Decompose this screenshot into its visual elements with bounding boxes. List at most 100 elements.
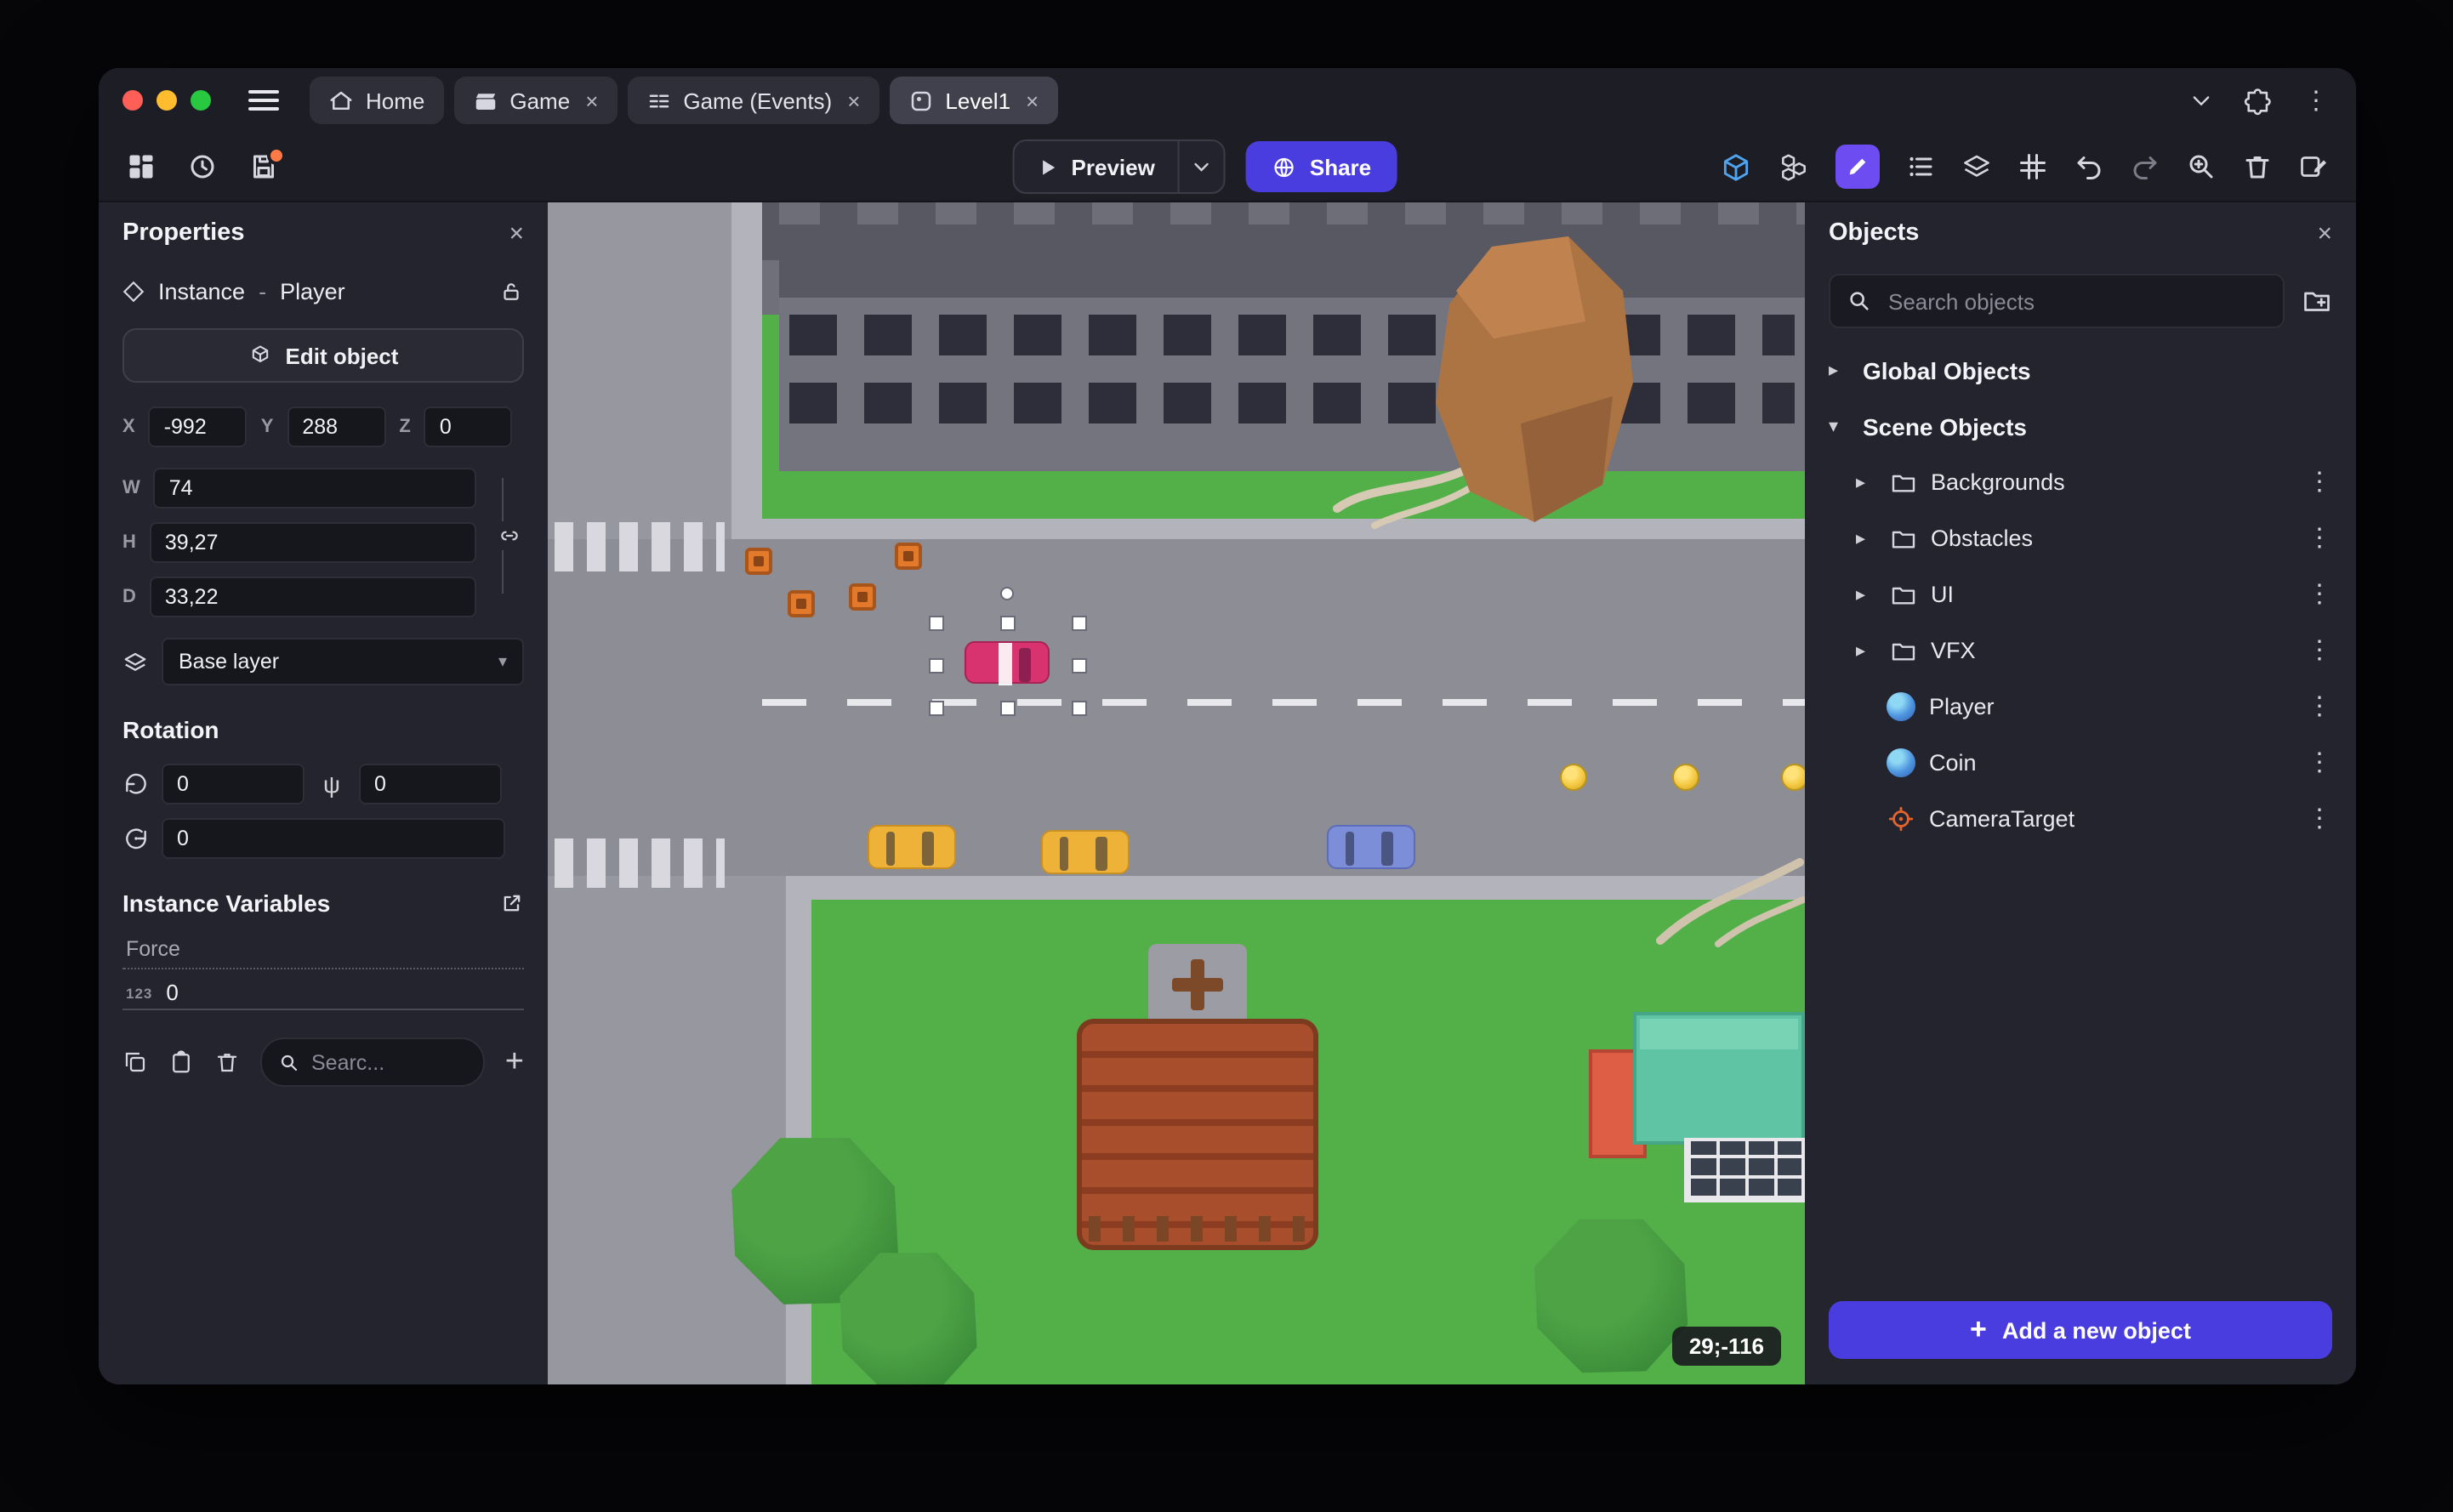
- edit-tool-pencil-icon[interactable]: [1835, 145, 1880, 189]
- chevron-right-icon[interactable]: ▸: [1856, 527, 1876, 549]
- car-yellow-instance[interactable]: [1041, 830, 1130, 874]
- tab-home[interactable]: Home: [310, 77, 444, 124]
- rotation-x-input[interactable]: [162, 764, 304, 804]
- chevron-right-icon[interactable]: ▸: [1856, 639, 1876, 662]
- tab-game-events[interactable]: Game (Events) ×: [627, 77, 879, 124]
- folder-menu-kebab-icon[interactable]: ⋮: [2307, 469, 2332, 495]
- folder-menu-kebab-icon[interactable]: ⋮: [2307, 526, 2332, 551]
- z-input[interactable]: [424, 406, 513, 447]
- rotation-z-input[interactable]: [162, 818, 505, 859]
- tab-close-icon[interactable]: ×: [1026, 88, 1039, 113]
- variables-search[interactable]: Searc...: [260, 1037, 485, 1087]
- coin-instance[interactable]: [1781, 764, 1805, 791]
- add-variable-button[interactable]: +: [505, 1046, 524, 1078]
- tree-scene-objects[interactable]: ▾ Scene Objects: [1805, 398, 2356, 454]
- window-zoom-button[interactable]: [191, 90, 211, 111]
- objects-search-input[interactable]: [1885, 287, 2266, 315]
- object-menu-kebab-icon[interactable]: ⋮: [2307, 750, 2332, 776]
- objects-instances-icon[interactable]: [1778, 151, 1810, 183]
- crate-instance[interactable]: [745, 548, 772, 575]
- folder-menu-kebab-icon[interactable]: ⋮: [2307, 582, 2332, 607]
- player-car-instance-selected[interactable]: [965, 641, 1050, 685]
- tab-close-icon[interactable]: ×: [585, 88, 598, 113]
- close-icon[interactable]: ×: [2317, 219, 2332, 247]
- project-manager-icon[interactable]: [126, 151, 157, 182]
- crate-instance[interactable]: [895, 543, 922, 570]
- new-folder-icon[interactable]: [2302, 286, 2332, 316]
- rock-instance[interactable]: [1330, 233, 1653, 531]
- selection-handle[interactable]: [1072, 701, 1087, 716]
- crate-instance[interactable]: [849, 583, 876, 611]
- chevron-down-icon[interactable]: ▾: [1829, 415, 1849, 437]
- tab-game[interactable]: Game ×: [453, 77, 618, 124]
- x-input[interactable]: [148, 406, 248, 447]
- selection-rotate-handle[interactable]: [1000, 587, 1014, 600]
- preview-button[interactable]: Preview: [1014, 141, 1177, 192]
- window-menu-kebab-icon[interactable]: ⋮: [2303, 88, 2329, 113]
- selection-handle[interactable]: [929, 616, 944, 631]
- branch-instance[interactable]: [1650, 852, 1805, 954]
- zoom-in-icon[interactable]: [2186, 151, 2217, 182]
- selection-handle[interactable]: [929, 701, 944, 716]
- main-menu-icon[interactable]: [248, 90, 279, 111]
- car-blue-instance[interactable]: [1327, 825, 1415, 869]
- selection-handle[interactable]: [1072, 658, 1087, 674]
- edit-scene-properties-icon[interactable]: [2298, 151, 2329, 182]
- object-player[interactable]: Player ⋮: [1805, 679, 2356, 735]
- paste-icon[interactable]: [168, 1049, 194, 1075]
- tab-level1[interactable]: Level1 ×: [889, 77, 1058, 124]
- variable-value[interactable]: 0: [166, 980, 178, 1005]
- edit-object-button[interactable]: Edit object: [122, 328, 524, 383]
- tab-close-icon[interactable]: ×: [847, 88, 860, 113]
- view-3d-cube-icon[interactable]: [1720, 151, 1752, 183]
- chevron-right-icon[interactable]: ▸: [1856, 471, 1876, 493]
- depth-input[interactable]: [149, 577, 476, 617]
- selection-handle[interactable]: [1000, 616, 1016, 631]
- car-yellow-instance[interactable]: [868, 825, 956, 869]
- open-external-icon[interactable]: [500, 891, 524, 915]
- layers-icon[interactable]: [1961, 151, 1992, 182]
- history-icon[interactable]: [187, 151, 218, 182]
- rotation-y-input[interactable]: [359, 764, 502, 804]
- chevron-down-icon[interactable]: [2189, 88, 2213, 112]
- grid-icon[interactable]: [2018, 151, 2048, 182]
- folder-ui[interactable]: ▸ UI ⋮: [1805, 566, 2356, 622]
- window-minimize-button[interactable]: [157, 90, 177, 111]
- chevron-right-icon[interactable]: ▸: [1856, 583, 1876, 605]
- save-icon[interactable]: [248, 146, 286, 182]
- crate-instance[interactable]: [788, 590, 815, 617]
- close-icon[interactable]: ×: [509, 219, 524, 247]
- selection-handle[interactable]: [1072, 616, 1087, 631]
- brick-tower-instance[interactable]: [1077, 944, 1318, 1250]
- folder-vfx[interactable]: ▸ VFX ⋮: [1805, 622, 2356, 679]
- object-menu-kebab-icon[interactable]: ⋮: [2307, 694, 2332, 719]
- folder-menu-kebab-icon[interactable]: ⋮: [2307, 638, 2332, 663]
- trash-icon[interactable]: [214, 1049, 240, 1075]
- delete-icon[interactable]: [2242, 151, 2273, 182]
- selection-handle[interactable]: [1000, 701, 1016, 716]
- selection-handle[interactable]: [929, 658, 944, 674]
- width-input[interactable]: [153, 468, 476, 509]
- folder-backgrounds[interactable]: ▸ Backgrounds ⋮: [1805, 454, 2356, 510]
- tree-global-objects[interactable]: ▸ Global Objects: [1805, 342, 2356, 398]
- coin-instance[interactable]: [1560, 764, 1587, 791]
- height-input[interactable]: [149, 522, 476, 563]
- scene-editor-canvas[interactable]: 29;-116: [548, 202, 1805, 1384]
- chevron-right-icon[interactable]: ▸: [1829, 359, 1849, 381]
- variable-row-force[interactable]: Force 123 0: [122, 927, 524, 1010]
- window-close-button[interactable]: [122, 90, 143, 111]
- y-input[interactable]: [287, 406, 386, 447]
- lock-open-icon[interactable]: [498, 278, 524, 304]
- extensions-puzzle-icon[interactable]: [2244, 86, 2273, 115]
- layer-select[interactable]: Base layer ▾: [162, 638, 524, 685]
- instances-list-icon[interactable]: [1905, 151, 1936, 182]
- redo-icon[interactable]: [2130, 151, 2160, 182]
- folder-obstacles[interactable]: ▸ Obstacles ⋮: [1805, 510, 2356, 566]
- link-chain-icon[interactable]: [498, 521, 521, 550]
- coin-instance[interactable]: [1672, 764, 1699, 791]
- teal-building-instance[interactable]: [1589, 1012, 1805, 1202]
- object-coin[interactable]: Coin ⋮: [1805, 735, 2356, 791]
- share-button[interactable]: Share: [1244, 141, 1397, 192]
- object-menu-kebab-icon[interactable]: ⋮: [2307, 806, 2332, 832]
- preview-options-chevron[interactable]: [1176, 141, 1223, 192]
